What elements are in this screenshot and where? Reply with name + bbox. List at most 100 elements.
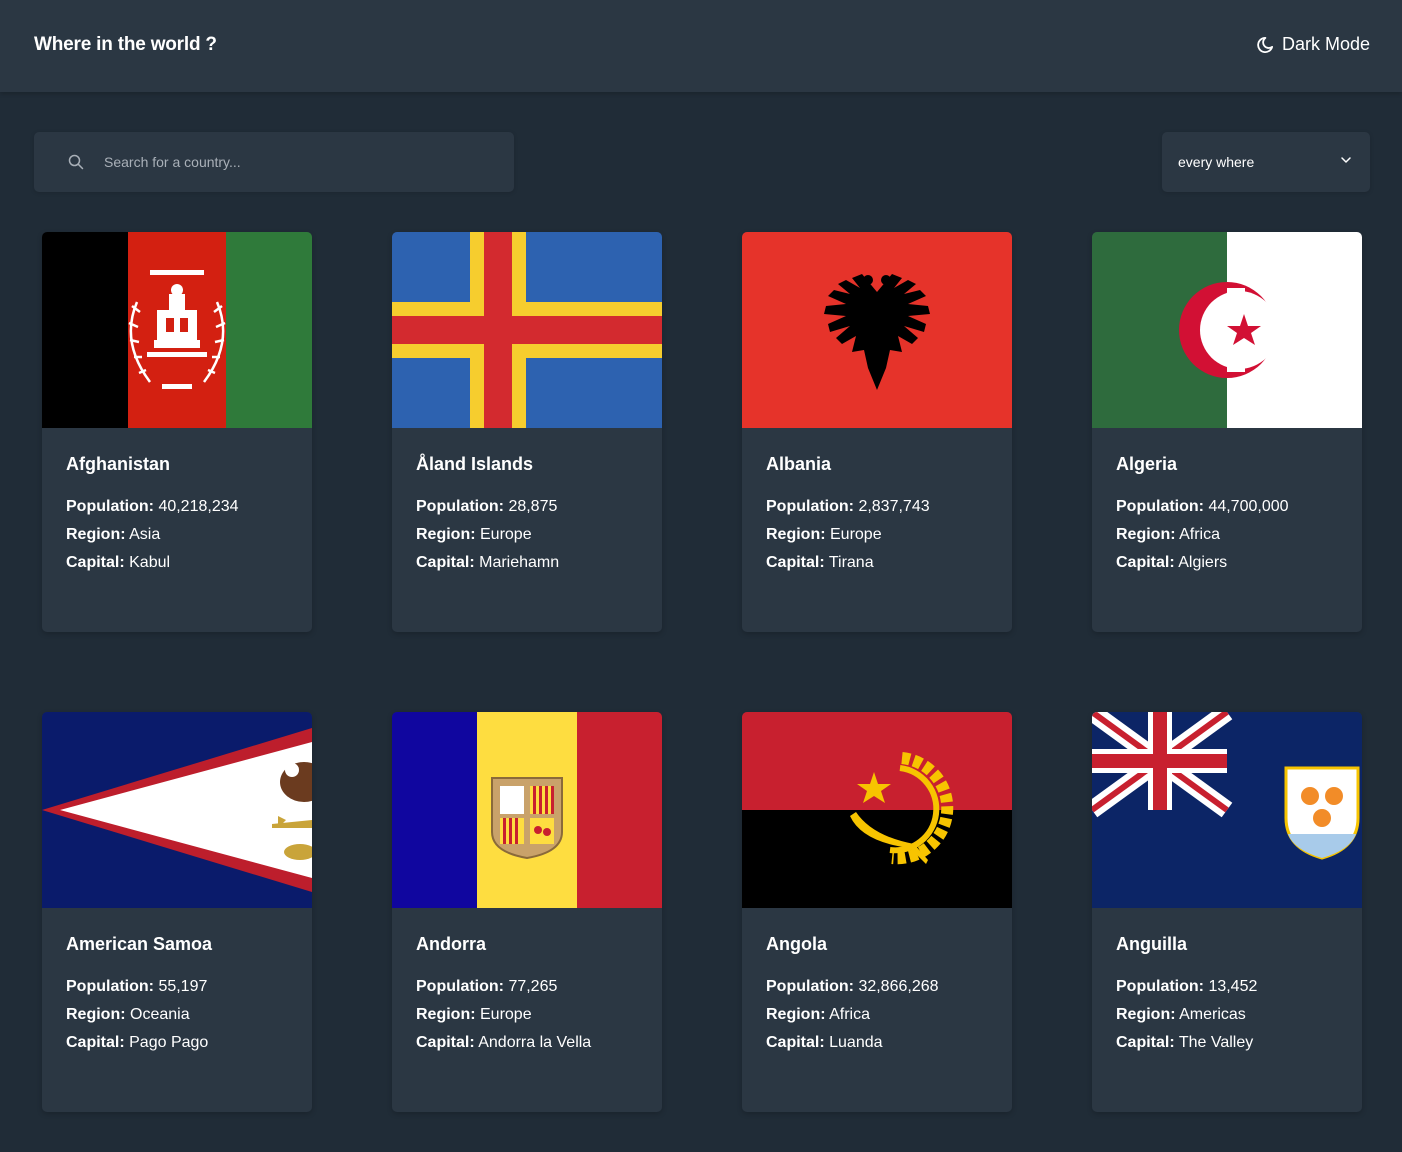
- region-filter-label: every where: [1178, 154, 1255, 170]
- country-name: Algeria: [1116, 454, 1178, 474]
- card-body: Anguilla Population: 13,452 Region: Amer…: [1092, 908, 1362, 1083]
- capital-value: The Valley: [1178, 1034, 1254, 1051]
- angola-flag: [742, 712, 1012, 908]
- population-label: Population:: [416, 498, 504, 515]
- app-header: Where in the world ? Dark Mode: [0, 0, 1402, 92]
- region-value: Europe: [480, 1006, 532, 1023]
- capital-value: Mariehamn: [479, 554, 560, 571]
- population-value: 44,700,000: [1208, 498, 1289, 515]
- capital-value: Pago Pago: [129, 1034, 209, 1051]
- search-icon: [68, 154, 84, 170]
- aland-islands-flag: [392, 232, 662, 428]
- country-name: Albania: [766, 454, 832, 474]
- region-label: Region:: [66, 526, 126, 543]
- card-body: American Samoa Population: 55,197 Region…: [42, 908, 312, 1083]
- population-value: 32,866,268: [858, 978, 939, 995]
- capital-row: Capital: Andorra la Vella: [416, 1029, 638, 1057]
- region-value: Africa: [1179, 526, 1221, 543]
- country-name: Åland Islands: [416, 454, 534, 474]
- region-row: Region: Oceania: [66, 1001, 288, 1029]
- capital-label: Capital:: [416, 1034, 475, 1051]
- population-value: 77,265: [508, 978, 558, 995]
- country-card-angola[interactable]: Angola Population: 32,866,268 Region: Af…: [742, 712, 1012, 1112]
- population-label: Population:: [66, 498, 154, 515]
- region-row: Region: Europe: [416, 1001, 638, 1029]
- region-row: Region: Europe: [416, 521, 638, 549]
- search-input[interactable]: [104, 132, 514, 192]
- population-label: Population:: [1116, 978, 1204, 995]
- dark-mode-toggle[interactable]: Dark Mode: [1256, 34, 1370, 55]
- country-card-american-samoa[interactable]: American Samoa Population: 55,197 Region…: [42, 712, 312, 1112]
- population-row: Population: 77,265: [416, 973, 638, 1001]
- capital-row: Capital: Luanda: [766, 1029, 988, 1057]
- capital-row: Capital: Kabul: [66, 549, 288, 577]
- capital-value: Andorra la Vella: [478, 1034, 592, 1051]
- algeria-flag: [1092, 232, 1362, 428]
- population-row: Population: 40,218,234: [66, 493, 288, 521]
- population-value: 13,452: [1208, 978, 1258, 995]
- dark-mode-label: Dark Mode: [1281, 34, 1370, 54]
- card-body: Algeria Population: 44,700,000 Region: A…: [1092, 428, 1362, 603]
- region-label: Region:: [766, 1006, 826, 1023]
- country-card-aland-islands[interactable]: Åland Islands Population: 28,875 Region:…: [392, 232, 662, 632]
- search-bar[interactable]: [34, 132, 514, 192]
- country-name: Anguilla: [1116, 934, 1187, 954]
- anguilla-flag: [1092, 712, 1362, 908]
- capital-value: Kabul: [129, 554, 171, 571]
- region-row: Region: Americas: [1116, 1001, 1338, 1029]
- capital-label: Capital:: [1116, 1034, 1175, 1051]
- country-name: Angola: [766, 934, 827, 954]
- country-name: American Samoa: [66, 934, 213, 954]
- region-value: Europe: [480, 526, 532, 543]
- country-card-afghanistan[interactable]: Afghanistan Population: 40,218,234 Regio…: [42, 232, 312, 632]
- country-card-albania[interactable]: Albania Population: 2,837,743 Region: Eu…: [742, 232, 1012, 632]
- card-body: Albania Population: 2,837,743 Region: Eu…: [742, 428, 1012, 603]
- population-row: Population: 13,452: [1116, 973, 1338, 1001]
- region-value: Europe: [830, 526, 882, 543]
- app-title: Where in the world ?: [34, 34, 217, 55]
- population-label: Population:: [416, 978, 504, 995]
- region-value: Americas: [1179, 1006, 1246, 1023]
- region-label: Region:: [66, 1006, 126, 1023]
- capital-label: Capital:: [766, 1034, 825, 1051]
- capital-row: Capital: Tirana: [766, 549, 988, 577]
- capital-label: Capital:: [1116, 554, 1175, 571]
- region-label: Region:: [1116, 1006, 1176, 1023]
- population-value: 55,197: [158, 978, 208, 995]
- population-value: 2,837,743: [858, 498, 930, 515]
- population-value: 28,875: [508, 498, 558, 515]
- capital-label: Capital:: [416, 554, 475, 571]
- capital-row: Capital: Pago Pago: [66, 1029, 288, 1057]
- andorra-flag: [392, 712, 662, 908]
- region-value: Oceania: [130, 1006, 190, 1023]
- population-label: Population:: [1116, 498, 1204, 515]
- region-row: Region: Europe: [766, 521, 988, 549]
- capital-row: Capital: Mariehamn: [416, 549, 638, 577]
- capital-value: Luanda: [829, 1034, 883, 1051]
- american-samoa-flag: [42, 712, 312, 908]
- country-name: Andorra: [416, 934, 487, 954]
- moon-icon: [1256, 36, 1274, 54]
- capital-label: Capital:: [66, 554, 125, 571]
- population-row: Population: 28,875: [416, 493, 638, 521]
- region-value: Asia: [129, 526, 161, 543]
- region-filter-dropdown[interactable]: every where: [1162, 132, 1370, 192]
- chevron-down-icon: [1340, 153, 1352, 171]
- population-value: 40,218,234: [158, 498, 239, 515]
- region-row: Region: Asia: [66, 521, 288, 549]
- population-label: Population:: [766, 498, 854, 515]
- card-body: Afghanistan Population: 40,218,234 Regio…: [42, 428, 312, 603]
- region-label: Region:: [416, 1006, 476, 1023]
- country-card-anguilla[interactable]: Anguilla Population: 13,452 Region: Amer…: [1092, 712, 1362, 1112]
- card-body: Åland Islands Population: 28,875 Region:…: [392, 428, 662, 603]
- country-card-andorra[interactable]: Andorra Population: 77,265 Region: Europ…: [392, 712, 662, 1112]
- capital-value: Tirana: [828, 554, 874, 571]
- country-card-algeria[interactable]: Algeria Population: 44,700,000 Region: A…: [1092, 232, 1362, 632]
- country-name: Afghanistan: [66, 454, 171, 474]
- capital-label: Capital:: [766, 554, 825, 571]
- population-label: Population:: [766, 978, 854, 995]
- afghanistan-flag: [42, 232, 312, 428]
- population-row: Population: 55,197: [66, 973, 288, 1001]
- capital-label: Capital:: [66, 1034, 125, 1051]
- population-row: Population: 32,866,268: [766, 973, 988, 1001]
